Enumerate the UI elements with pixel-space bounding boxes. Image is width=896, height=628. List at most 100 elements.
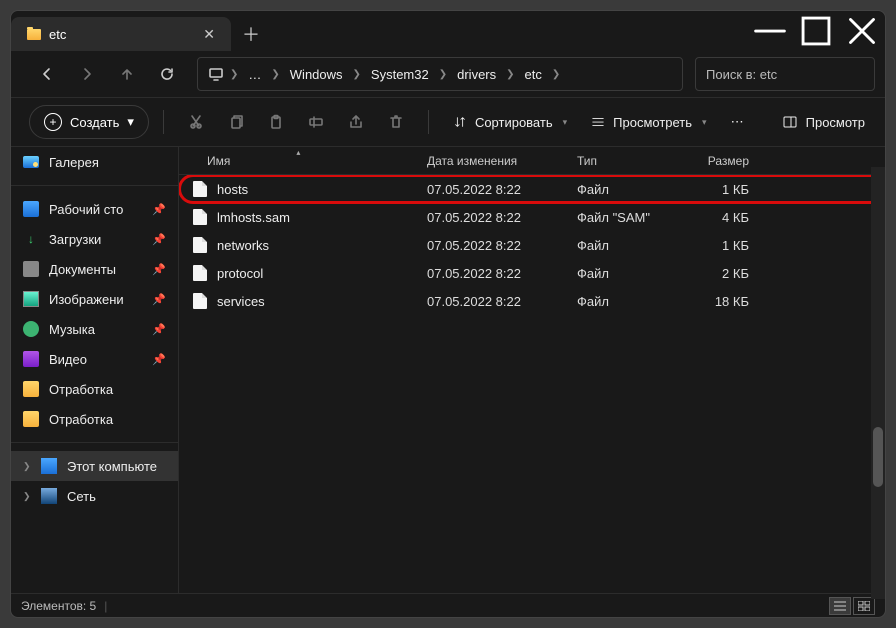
refresh-button[interactable] (149, 56, 185, 92)
sidebar-item[interactable]: Видео📌 (11, 344, 178, 374)
file-icon (193, 209, 207, 225)
separator (428, 110, 429, 134)
pin-icon: 📌 (152, 203, 166, 216)
sidebar-icon (23, 381, 39, 397)
file-type: Файл (577, 182, 685, 197)
delete-button[interactable] (378, 104, 414, 140)
file-icon (193, 181, 207, 197)
file-icon (193, 265, 207, 281)
content-area: Имя▴ Дата изменения Тип Размер hosts07.0… (179, 147, 885, 593)
col-size[interactable]: Размер (685, 154, 765, 168)
chevron-right-icon: ❯ (439, 69, 447, 80)
back-button[interactable] (29, 56, 65, 92)
copy-button[interactable] (218, 104, 254, 140)
tab-close-icon[interactable]: ✕ (203, 27, 215, 41)
chevron-right-icon: ❯ (552, 69, 560, 80)
view-dropdown[interactable]: Просмотреть ▾ (581, 105, 716, 139)
sidebar-icon (23, 291, 39, 307)
more-button[interactable]: ⋯ (721, 105, 754, 139)
preview-pane-button[interactable]: Просмотр (772, 114, 875, 130)
new-button[interactable]: + Создать ▾ (29, 105, 149, 139)
minimize-button[interactable] (747, 11, 793, 51)
chevron-right-icon: ❯ (271, 69, 279, 80)
sidebar-label: Сеть (67, 489, 96, 504)
pin-icon: 📌 (152, 293, 166, 306)
sidebar: Галерея Рабочий сто📌Загрузки📌Документы📌И… (11, 147, 179, 593)
sidebar-item[interactable]: Рабочий сто📌 (11, 194, 178, 224)
breadcrumb-ellipsis[interactable]: … (240, 63, 269, 86)
chevron-down-icon: ▾ (127, 114, 134, 130)
sidebar-item[interactable]: Отработка (11, 374, 178, 404)
preview-label: Просмотр (806, 115, 865, 130)
file-date: 07.05.2022 8:22 (427, 294, 577, 309)
search-input[interactable]: Поиск в: etc (695, 57, 875, 91)
sidebar-scrollbar[interactable] (871, 167, 885, 599)
col-date[interactable]: Дата изменения (427, 154, 577, 168)
file-type: Файл (577, 238, 685, 253)
file-date: 07.05.2022 8:22 (427, 210, 577, 225)
search-placeholder: Поиск в: etc (706, 67, 777, 82)
pin-icon: 📌 (152, 323, 166, 336)
sidebar-item[interactable]: Изображени📌 (11, 284, 178, 314)
chevron-right-icon: ❯ (506, 69, 514, 80)
rename-button[interactable] (298, 104, 334, 140)
file-size: 2 КБ (685, 266, 765, 281)
sidebar-label: Этот компьюте (67, 459, 157, 474)
file-icon (193, 237, 207, 253)
sidebar-label: Отработка (49, 412, 113, 427)
file-icon (193, 293, 207, 309)
breadcrumb-seg[interactable]: drivers (449, 63, 504, 86)
thumbnails-view-button[interactable] (853, 597, 875, 615)
sidebar-item[interactable]: Отработка (11, 404, 178, 434)
col-name[interactable]: Имя▴ (179, 154, 427, 168)
file-row[interactable]: hosts07.05.2022 8:22Файл1 КБ (179, 175, 885, 203)
breadcrumb-seg[interactable]: System32 (363, 63, 437, 86)
forward-button[interactable] (69, 56, 105, 92)
new-tab-button[interactable]: ＋ (231, 17, 271, 51)
file-type: Файл (577, 266, 685, 281)
paste-button[interactable] (258, 104, 294, 140)
file-size: 4 КБ (685, 210, 765, 225)
file-row[interactable]: services07.05.2022 8:22Файл18 КБ (179, 287, 885, 315)
sidebar-item[interactable]: Музыка📌 (11, 314, 178, 344)
sidebar-icon (23, 321, 39, 337)
chevron-right-icon: ❯ (23, 461, 31, 472)
file-row[interactable]: networks07.05.2022 8:22Файл1 КБ (179, 231, 885, 259)
sort-dropdown[interactable]: Сортировать ▾ (443, 105, 577, 139)
column-headers: Имя▴ Дата изменения Тип Размер (179, 147, 885, 175)
maximize-button[interactable] (793, 11, 839, 51)
tab-current[interactable]: etc ✕ (11, 17, 231, 51)
address-bar[interactable]: ❯ … ❯ Windows ❯ System32 ❯ drivers ❯ etc… (197, 57, 683, 91)
sidebar-item[interactable]: Документы📌 (11, 254, 178, 284)
chevron-down-icon: ▾ (702, 117, 707, 128)
file-name: lmhosts.sam (217, 210, 290, 225)
sidebar-item-thispc[interactable]: ❯ Этот компьюте (11, 451, 178, 481)
sidebar-label: Отработка (49, 382, 113, 397)
sidebar-item[interactable]: Загрузки📌 (11, 224, 178, 254)
file-row[interactable]: lmhosts.sam07.05.2022 8:22Файл "SAM"4 КБ (179, 203, 885, 231)
sort-asc-icon: ▴ (296, 148, 300, 157)
file-date: 07.05.2022 8:22 (427, 182, 577, 197)
breadcrumb-seg[interactable]: Windows (282, 63, 351, 86)
sidebar-item-gallery[interactable]: Галерея (11, 147, 178, 177)
sidebar-item-network[interactable]: ❯ Сеть (11, 481, 178, 511)
new-label: Создать (70, 115, 119, 130)
file-size: 18 КБ (685, 294, 765, 309)
sidebar-icon (23, 231, 39, 247)
scrollbar-thumb[interactable] (873, 427, 883, 487)
close-button[interactable] (839, 11, 885, 51)
breadcrumb-seg[interactable]: etc (517, 63, 550, 86)
plus-circle-icon: + (44, 113, 62, 131)
separator (163, 110, 164, 134)
separator (11, 185, 178, 186)
col-type[interactable]: Тип (577, 154, 685, 168)
file-row[interactable]: protocol07.05.2022 8:22Файл2 КБ (179, 259, 885, 287)
chevron-right-icon: ❯ (353, 69, 361, 80)
file-size: 1 КБ (685, 238, 765, 253)
monitor-icon (204, 56, 228, 92)
share-button[interactable] (338, 104, 374, 140)
up-button[interactable] (109, 56, 145, 92)
cut-button[interactable] (178, 104, 214, 140)
details-view-button[interactable] (829, 597, 851, 615)
toolbar: + Создать ▾ Сортировать ▾ Просмотреть ▾ … (11, 97, 885, 147)
